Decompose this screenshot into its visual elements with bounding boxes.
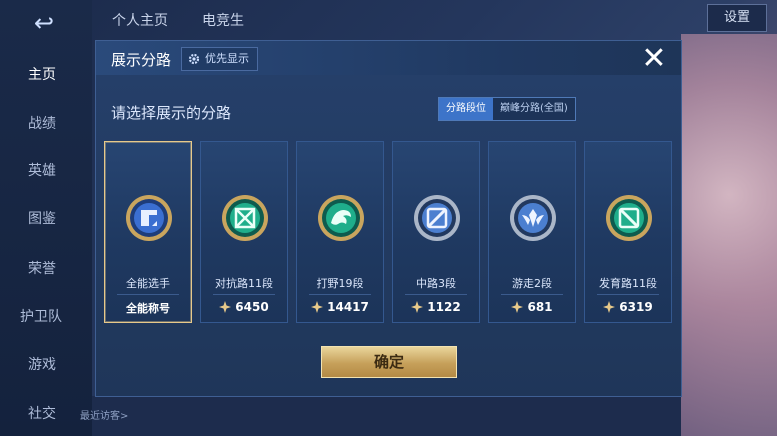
side-item-record[interactable]: 战绩 bbox=[0, 113, 92, 133]
lane-card-label: 打野19段 bbox=[316, 277, 364, 290]
lane-card-label: 中路3段 bbox=[416, 277, 456, 290]
priority-label: 优先显示 bbox=[205, 52, 249, 65]
card-divider bbox=[501, 294, 563, 295]
lane-card-value-text: 6450 bbox=[235, 300, 269, 314]
all-round-badge-icon bbox=[126, 195, 172, 241]
priority-display-button[interactable]: 优先显示 bbox=[181, 47, 258, 71]
mid-lane-badge-icon bbox=[414, 195, 460, 241]
side-item-codex[interactable]: 图鉴 bbox=[0, 208, 92, 228]
lane-card-label: 对抗路11段 bbox=[215, 277, 273, 290]
lane-card-value: 14417 bbox=[297, 300, 383, 314]
back-icon[interactable]: ↩ bbox=[22, 10, 66, 36]
card-divider bbox=[309, 294, 371, 295]
recent-visitors[interactable]: 最近访客> bbox=[80, 407, 128, 422]
card-divider bbox=[597, 294, 659, 295]
lane-card-roam[interactable]: 游走2段 681 bbox=[488, 141, 576, 323]
dialog-subtitle: 请选择展示的分路 bbox=[111, 104, 232, 122]
lane-card-all-round[interactable]: 全能选手 全能称号 bbox=[104, 141, 192, 323]
lane-card-value-text: 全能称号 bbox=[126, 302, 170, 315]
lane-card-label: 游走2段 bbox=[512, 277, 552, 290]
card-divider bbox=[405, 294, 467, 295]
lane-card-value-text: 681 bbox=[527, 300, 553, 314]
side-item-home[interactable]: 主页 bbox=[0, 64, 92, 84]
top-bar: 个人主页 电竞生 设置 bbox=[92, 0, 777, 34]
farm-lane-badge-icon bbox=[606, 195, 652, 241]
lane-card-value-text: 1122 bbox=[427, 300, 461, 314]
side-item-social[interactable]: 社交 bbox=[0, 403, 92, 423]
lane-mode-toggle: 分路段位 巅峰分路(全国) bbox=[438, 97, 576, 121]
gear-icon bbox=[188, 53, 200, 65]
card-divider bbox=[213, 294, 275, 295]
confirm-button[interactable]: 确定 bbox=[321, 346, 457, 378]
side-item-honor[interactable]: 荣誉 bbox=[0, 258, 92, 278]
lane-card-label: 全能选手 bbox=[126, 277, 170, 290]
rank-points-icon bbox=[219, 301, 232, 313]
rank-points-icon bbox=[603, 301, 616, 313]
close-icon[interactable]: ✕ bbox=[639, 44, 669, 74]
lane-card-value: 1122 bbox=[393, 300, 479, 314]
lane-card-value: 6450 bbox=[201, 300, 287, 314]
lane-card-value-text: 14417 bbox=[327, 300, 369, 314]
rank-points-icon bbox=[511, 301, 524, 313]
tab-esports[interactable]: 电竞生 bbox=[202, 10, 244, 30]
lane-card-value: 681 bbox=[489, 300, 575, 314]
lane-card-value: 6319 bbox=[585, 300, 671, 314]
bottom-bar bbox=[92, 396, 681, 436]
tab-profile[interactable]: 个人主页 bbox=[112, 10, 168, 30]
side-item-heroes[interactable]: 英雄 bbox=[0, 160, 92, 180]
dialog-header: 展示分路 优先显示 ✕ bbox=[96, 41, 681, 75]
side-item-guard[interactable]: 护卫队 bbox=[0, 306, 92, 326]
toggle-peak-lane[interactable]: 巅峰分路(全国) bbox=[493, 98, 575, 120]
character-art bbox=[681, 34, 777, 436]
side-nav: ↩ 主页 战绩 英雄 图鉴 荣誉 护卫队 游戏 社交 bbox=[0, 0, 92, 436]
roam-badge-icon bbox=[510, 195, 556, 241]
lane-card-mid[interactable]: 中路3段 1122 bbox=[392, 141, 480, 323]
lane-card-value-text: 6319 bbox=[619, 300, 653, 314]
lane-display-dialog: 展示分路 优先显示 ✕ 请选择展示的分路 分路段位 巅峰分路(全国) 全能选手 bbox=[95, 40, 682, 397]
rank-points-icon bbox=[311, 301, 324, 313]
lane-card-farm[interactable]: 发育路11段 6319 bbox=[584, 141, 672, 323]
rank-points-icon bbox=[411, 301, 424, 313]
lane-card-list: 全能选手 全能称号 对抗路11段 6450 打野19段 14417 中路3段 1… bbox=[104, 141, 676, 323]
lane-card-jungle[interactable]: 打野19段 14417 bbox=[296, 141, 384, 323]
toggle-lane-rank[interactable]: 分路段位 bbox=[439, 98, 493, 120]
clash-lane-badge-icon bbox=[222, 195, 268, 241]
lane-card-label: 发育路11段 bbox=[599, 277, 657, 290]
lane-card-clash[interactable]: 对抗路11段 6450 bbox=[200, 141, 288, 323]
side-item-games[interactable]: 游戏 bbox=[0, 354, 92, 374]
lane-card-value: 全能称号 bbox=[105, 300, 191, 316]
dialog-title: 展示分路 bbox=[111, 51, 172, 69]
card-divider bbox=[117, 294, 179, 295]
settings-button[interactable]: 设置 bbox=[707, 4, 767, 32]
jungle-badge-icon bbox=[318, 195, 364, 241]
